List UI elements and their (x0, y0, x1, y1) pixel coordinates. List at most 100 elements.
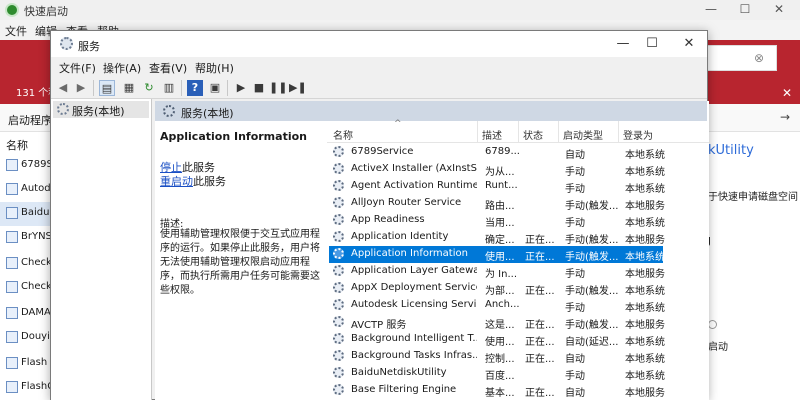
list-item[interactable]: BaiduNe (0, 202, 63, 226)
service-name-heading: Application Information (160, 130, 307, 143)
cell-logon: 本地系统 (625, 337, 665, 348)
list-item[interactable]: Check P (0, 252, 61, 276)
table-row[interactable]: Application Identity 确定... 正在... 手动(触发... 本地… (329, 229, 665, 246)
pause-service-icon[interactable]: ❚❚ (269, 80, 287, 96)
cell-name: Autodesk Licensing Servi... (351, 299, 477, 310)
table-row[interactable]: AppX Deployment Service ... 为部... 正在... 手动(… (329, 280, 665, 297)
services-table: ^ 名称 描述 状态 启动类型 登录为 6789Service 6789... 自动… (327, 119, 709, 400)
export-list-icon[interactable]: ▥ (161, 80, 177, 96)
tab-startup-programs[interactable]: 启动程序 (8, 112, 52, 128)
show-tree-icon[interactable]: ▤ (99, 80, 115, 96)
close-button[interactable]: ✕ (768, 2, 790, 16)
table-row[interactable]: ActiveX Installer (AxInstSV) 为从... 手动 本地系统 (329, 161, 665, 178)
start-service-icon[interactable]: ▶ (233, 80, 249, 96)
cell-startup: 手动 (565, 303, 585, 314)
table-row[interactable]: Background Tasks Infras... 控制... 正在... 自动 本地… (329, 348, 665, 365)
list-item[interactable]: FlashCe (0, 376, 60, 400)
search-input[interactable]: ⊗ (705, 45, 777, 71)
app-logo-icon (5, 3, 19, 17)
cell-desc: 为 In... (485, 269, 518, 280)
column-header-startup-type[interactable]: 启动类型 (563, 127, 603, 142)
column-header-logon[interactable]: 登录为 (623, 127, 653, 142)
program-icon (6, 183, 18, 195)
maximize-button[interactable]: ☐ (734, 2, 756, 16)
tree-item-services-local[interactable]: 服务(本地) (53, 101, 149, 118)
column-header-name[interactable]: 名称 (333, 127, 353, 142)
menu-action[interactable]: 操作(A) (103, 60, 141, 76)
cell-desc: Anch... (485, 299, 519, 310)
console-tree: 服务(本地) (51, 99, 152, 400)
back-arrow-icon[interactable]: ◀ (55, 80, 71, 96)
list-item[interactable]: Check P (0, 276, 61, 300)
list-item[interactable]: BrYNSv (0, 226, 58, 250)
table-row[interactable]: AllJoyn Router Service 路由... 手动(触发... 本地服务 (329, 195, 665, 212)
list-item[interactable]: Douyin (0, 326, 56, 350)
service-gear-icon (333, 333, 344, 344)
table-row[interactable]: App Readiness 当用... 手动 本地系统 (329, 212, 665, 229)
minimize-button[interactable]: — (614, 36, 632, 51)
menu-file[interactable]: 文件 (5, 23, 27, 39)
restart-link[interactable]: 重启动 (160, 175, 193, 188)
cell-desc: 使用... (485, 252, 515, 263)
services-toolbar: ◀ ▶ ▤ ▦ ↻ ▥ ? ▣ ▶ ■ ❚❚ ▶❚ (51, 77, 707, 99)
service-gear-icon (333, 180, 344, 191)
program-icon (6, 281, 18, 293)
table-row[interactable]: AVCTP 服务 这是... 正在... 手动(触发... 本地服务 (329, 314, 665, 331)
clear-search-icon[interactable]: ⊗ (754, 51, 764, 65)
table-row[interactable]: 6789Service 6789... 自动 本地系统 (329, 144, 665, 161)
table-row[interactable]: Base Filtering Engine 基本... 正在... 自动 本地服务 (329, 382, 665, 399)
cell-desc: 6789... (485, 146, 519, 157)
cell-startup: 手动(触发... (565, 320, 619, 331)
program-icon (6, 231, 18, 243)
forward-arrow-icon[interactable]: ▶ (73, 80, 89, 96)
menu-file[interactable]: 文件(F) (59, 60, 96, 76)
services-gear-icon (57, 103, 69, 115)
list-item[interactable]: 6789Se (0, 154, 59, 178)
list-item[interactable]: Flash H (0, 352, 58, 376)
table-row[interactable]: Agent Activation Runtime... Runt... 手动 本地系统 (329, 178, 665, 195)
restart-service-icon[interactable]: ▶❚ (289, 80, 307, 96)
list-item[interactable]: DAMAtr (0, 302, 59, 326)
view-icon[interactable]: ▣ (207, 80, 223, 96)
service-gear-icon (333, 146, 344, 157)
arrow-right-icon[interactable]: → (780, 110, 790, 124)
refresh-icon[interactable]: ↻ (141, 80, 157, 96)
cell-desc: Runt... (485, 180, 518, 191)
services-title: 服务 (78, 40, 100, 53)
cell-desc: 当用... (485, 218, 515, 229)
cell-startup: 手动(触发... (565, 286, 619, 297)
cell-startup: 手动 (565, 218, 585, 229)
cell-logon: 本地系统 (625, 150, 665, 161)
table-row[interactable]: Autodesk Licensing Servi... Anch... 手动 本地系统 (329, 297, 665, 314)
cell-logon: 本地系统 (625, 167, 665, 178)
cell-desc: 使用... (485, 337, 515, 348)
cell-name: Base Filtering Engine (351, 384, 457, 395)
table-row[interactable]: Application Information 使用... 正在... 手动(触发..… (329, 246, 665, 263)
menu-help[interactable]: 帮助(H) (195, 60, 234, 76)
close-button[interactable]: ✕ (680, 36, 698, 51)
search-close-icon[interactable]: ✕ (782, 86, 792, 100)
cell-name: 6789Service (351, 146, 414, 157)
table-row[interactable]: Application Layer Gatewa... 为 In... 手动 本地服务 (329, 263, 665, 280)
cell-name: AllJoyn Router Service (351, 197, 462, 208)
service-gear-icon (333, 384, 344, 395)
column-header-name[interactable]: 名称 (6, 137, 28, 153)
column-header-description[interactable]: 描述 (482, 127, 502, 142)
cell-logon: 本地系统 (625, 286, 665, 297)
menu-view[interactable]: 查看(V) (149, 60, 187, 76)
stop-service-icon[interactable]: ■ (251, 80, 267, 96)
table-row[interactable]: Background Intelligent T... 使用... 正在... 自动(… (329, 331, 665, 348)
help-icon[interactable]: ? (187, 80, 203, 96)
search-icon (163, 105, 175, 117)
maximize-button[interactable]: ☐ (643, 36, 661, 51)
list-item[interactable]: Autode (0, 178, 57, 202)
cell-logon: 本地服务 (625, 269, 665, 280)
table-row[interactable]: BaiduNetdiskUtility 百度... 手动 本地系统 (329, 365, 665, 382)
quick-launch-title: 快速启动 (24, 5, 68, 18)
startup-radio[interactable] (708, 320, 717, 329)
properties-icon[interactable]: ▦ (121, 80, 137, 96)
column-header-status[interactable]: 状态 (523, 127, 543, 142)
cell-logon: 本地系统 (625, 303, 665, 314)
minimize-button[interactable]: — (700, 2, 722, 16)
cell-logon: 本地服务 (625, 201, 665, 212)
